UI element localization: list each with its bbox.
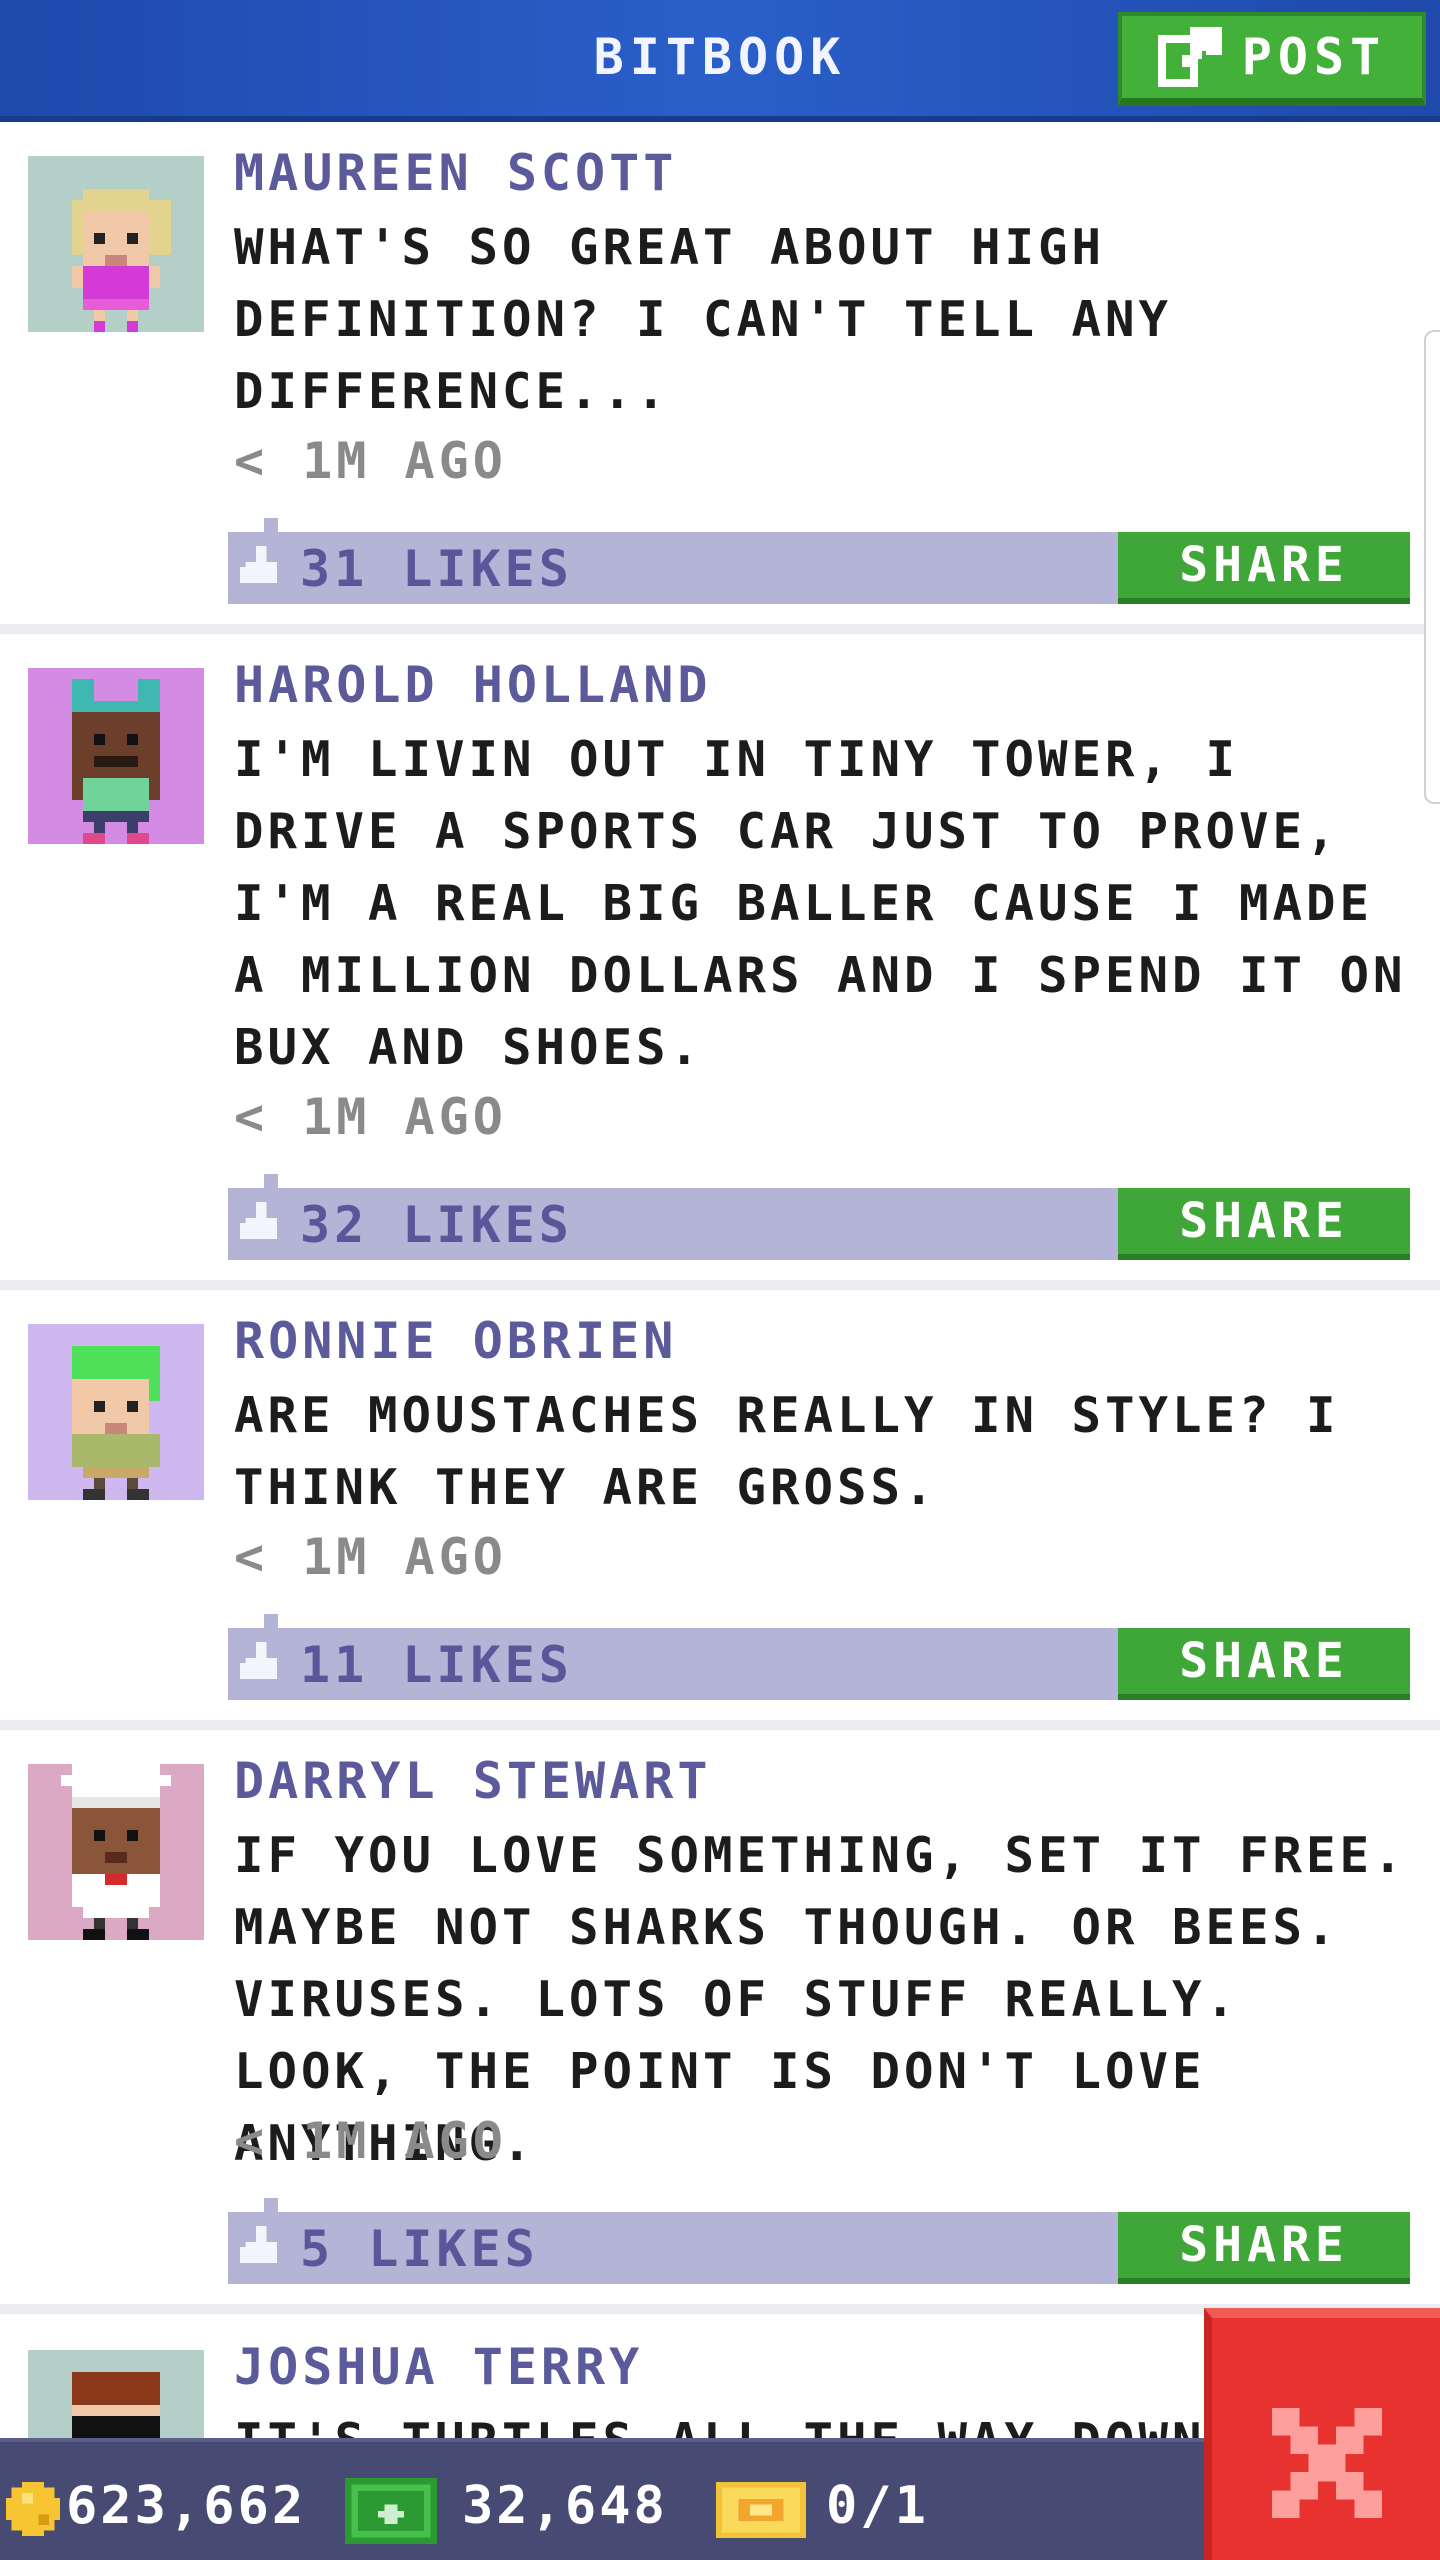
post-divider xyxy=(0,1280,1440,1290)
post-text: I'M LIVIN OUT IN TINY TOWER, I DRIVE A S… xyxy=(234,731,1407,1076)
ticket-icon xyxy=(716,2482,806,2538)
post-button[interactable]: POST xyxy=(1118,12,1426,106)
post-author[interactable]: MAUREEN SCOTT xyxy=(234,144,677,202)
share-button[interactable]: SHARE xyxy=(1118,1628,1410,1700)
post-button-label: POST xyxy=(1241,28,1387,86)
likes-bar: 5 LIKES SHARE xyxy=(228,2198,1410,2284)
thumbs-up-icon[interactable] xyxy=(240,1642,282,1684)
like-bar-notch xyxy=(264,2198,278,2212)
coin-icon xyxy=(6,2482,60,2536)
share-button-label: SHARE xyxy=(1179,2217,1349,2273)
likes-count: 5 LIKES xyxy=(300,2220,539,2278)
scrollbar[interactable] xyxy=(1424,330,1440,804)
ticket-count: 0/1 xyxy=(826,2476,929,2536)
share-button[interactable]: SHARE xyxy=(1118,1188,1410,1260)
post-author[interactable]: JOSHUA TERRY xyxy=(234,2338,643,2396)
post-timestamp: < 1M AGO xyxy=(234,432,507,490)
post-item: DARRYL STEWART IF YOU LOVE SOMETHING, SE… xyxy=(0,1730,1440,2314)
avatar xyxy=(28,2350,204,2438)
post-author[interactable]: DARRYL STEWART xyxy=(234,1752,711,1810)
likes-count: 32 LIKES xyxy=(300,1196,573,1254)
likes-count: 31 LIKES xyxy=(300,540,573,598)
post-text: ARE MOUSTACHES REALLY IN STYLE? I THINK … xyxy=(234,1387,1340,1516)
avatar xyxy=(28,668,204,844)
post-item: RONNIE OBRIEN ARE MOUSTACHES REALLY IN S… xyxy=(0,1290,1440,1730)
bitbook-screen: BITBOOK POST MAUREEN SCOTT WHAT'S SO GRE… xyxy=(0,0,1440,2560)
like-bar-notch xyxy=(264,1614,278,1628)
post-text: WHAT'S SO GREAT ABOUT HIGH DEFINITION? I… xyxy=(234,219,1173,420)
thumbs-up-icon[interactable] xyxy=(240,2226,282,2268)
post-divider xyxy=(0,1720,1440,1730)
share-button-label: SHARE xyxy=(1179,1633,1349,1689)
share-button[interactable]: SHARE xyxy=(1118,532,1410,604)
avatar xyxy=(28,1324,204,1500)
edit-icon xyxy=(1157,27,1222,87)
bux-count: 32,648 xyxy=(462,2476,668,2536)
avatar xyxy=(28,1764,204,1940)
like-bar-notch xyxy=(264,1174,278,1188)
like-bar-notch xyxy=(264,518,278,532)
likes-count: 11 LIKES xyxy=(300,1636,573,1694)
bux-icon xyxy=(344,2478,438,2544)
post-timestamp: < 1M AGO xyxy=(234,1088,507,1146)
post-divider xyxy=(0,624,1440,634)
coin-count: 623,662 xyxy=(66,2476,307,2536)
avatar xyxy=(28,156,204,332)
thumbs-up-icon[interactable] xyxy=(240,546,282,588)
post-timestamp: < 1M AGO xyxy=(234,2112,507,2170)
post-feed[interactable]: MAUREEN SCOTT WHAT'S SO GREAT ABOUT HIGH… xyxy=(0,122,1440,2438)
close-button[interactable] xyxy=(1204,2308,1440,2560)
share-button[interactable]: SHARE xyxy=(1118,2212,1410,2284)
post-timestamp: < 1M AGO xyxy=(234,1528,507,1586)
share-button-label: SHARE xyxy=(1179,537,1349,593)
post-author[interactable]: HAROLD HOLLAND xyxy=(234,656,711,714)
app-header: BITBOOK POST xyxy=(0,0,1440,122)
thumbs-up-icon[interactable] xyxy=(240,1202,282,1244)
likes-bar: 31 LIKES SHARE xyxy=(228,518,1410,604)
post-author[interactable]: RONNIE OBRIEN xyxy=(234,1312,677,1370)
likes-bar: 11 LIKES SHARE xyxy=(228,1614,1410,1700)
post-item: HAROLD HOLLAND I'M LIVIN OUT IN TINY TOW… xyxy=(0,634,1440,1290)
close-icon xyxy=(1272,2408,1382,2518)
share-button-label: SHARE xyxy=(1179,1193,1349,1249)
likes-bar: 32 LIKES SHARE xyxy=(228,1174,1410,1260)
post-item: MAUREEN SCOTT WHAT'S SO GREAT ABOUT HIGH… xyxy=(0,122,1440,634)
